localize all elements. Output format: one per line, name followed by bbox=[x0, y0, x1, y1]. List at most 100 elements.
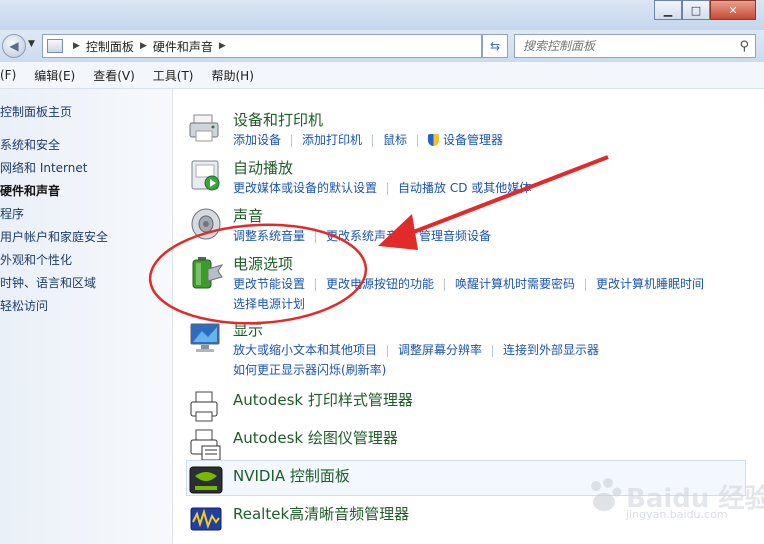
menu-view[interactable]: 查看(V) bbox=[93, 67, 135, 84]
link-refresh-rate[interactable]: 如何更正显示器闪烁(刷新率) bbox=[233, 361, 386, 378]
menu-bar: (F) 编辑(E) 查看(V) 工具(T) 帮助(H) bbox=[0, 62, 764, 89]
link-adjust-volume[interactable]: 调整系统音量 bbox=[233, 227, 305, 244]
sidebar-item-user-accounts[interactable]: 用户帐户和家庭安全 bbox=[0, 228, 108, 245]
sidebar-item-ease-of-access[interactable]: 轻松访问 bbox=[0, 297, 48, 314]
category-display: 显示 放大或缩小文本和其他项目 调整屏幕分辨率 连接到外部显示器 如何更正显示器闪烁… bbox=[186, 319, 746, 377]
link-separator bbox=[291, 134, 293, 147]
speaker-icon bbox=[191, 208, 221, 240]
minimize-icon[interactable]: ▁ bbox=[654, 0, 682, 20]
back-button[interactable]: ◀ bbox=[2, 34, 26, 58]
search-box[interactable]: ⚲ bbox=[514, 34, 756, 58]
menu-edit[interactable]: 编辑(E) bbox=[34, 67, 75, 84]
watermark-url: jingyan.baidu.com bbox=[626, 508, 728, 521]
category-autodesk-plotter: Autodesk 绘图仪管理器 bbox=[186, 426, 746, 462]
category-links: 更改媒体或设备的默认设置 自动播放 CD 或其他媒体 bbox=[233, 179, 531, 196]
printer-icon bbox=[189, 114, 219, 142]
battery-icon bbox=[192, 257, 224, 289]
category-links: 更改节能设置 更改电源按钮的功能 唤醒计算机时需要密码 更改计算机睡眠时间 选择电源计… bbox=[233, 275, 704, 312]
paw-logo-icon bbox=[591, 478, 622, 511]
link-sleep-time[interactable]: 更改计算机睡眠时间 bbox=[596, 275, 704, 292]
category-title[interactable]: Realtek高清晰音频管理器 bbox=[233, 503, 409, 524]
breadcrumb-hardware-sound[interactable]: 硬件和声音 bbox=[153, 38, 213, 55]
close-icon[interactable]: ✕ bbox=[710, 0, 756, 20]
link-change-default-media[interactable]: 更改媒体或设备的默认设置 bbox=[233, 179, 377, 196]
link-manage-audio[interactable]: 管理音频设备 bbox=[419, 227, 491, 244]
category-title[interactable]: 设备和打印机 bbox=[233, 109, 323, 130]
category-devices-printers: 设备和打印机 添加设备 添加打印机 鼠标 设备管理器 bbox=[186, 109, 746, 149]
autoplay-icon bbox=[191, 160, 220, 191]
link-separator bbox=[315, 278, 317, 291]
link-separator bbox=[387, 182, 389, 195]
category-links: 调整系统音量 更改系统声音 管理音频设备 bbox=[233, 227, 491, 244]
autodesk-printer-icon bbox=[190, 391, 218, 422]
sidebar-item-hardware-sound[interactable]: 硬件和声音 bbox=[0, 182, 60, 199]
category-sound: 声音 调整系统音量 更改系统声音 管理音频设备 bbox=[186, 205, 746, 245]
refresh-icon: ⇆ bbox=[489, 39, 501, 53]
menu-tools[interactable]: 工具(T) bbox=[153, 67, 194, 84]
breadcrumb-arrow-icon[interactable]: ▶ bbox=[73, 41, 80, 51]
link-separator bbox=[408, 230, 410, 243]
plotter-icon bbox=[190, 429, 221, 461]
breadcrumb-arrow-icon[interactable]: ▶ bbox=[219, 41, 226, 51]
search-icon[interactable]: ⚲ bbox=[739, 39, 749, 54]
category-title[interactable]: Autodesk 绘图仪管理器 bbox=[233, 427, 398, 448]
category-title[interactable]: Autodesk 打印样式管理器 bbox=[233, 389, 413, 410]
sidebar-item-network[interactable]: 网络和 Internet bbox=[0, 159, 87, 176]
link-add-printer[interactable]: 添加打印机 bbox=[302, 131, 362, 148]
category-title[interactable]: NVIDIA 控制面板 bbox=[233, 465, 350, 486]
nvidia-icon bbox=[189, 466, 223, 494]
link-screen-resolution[interactable]: 调整屏幕分辨率 bbox=[398, 341, 482, 358]
sidebar: 控制面板主页 系统和安全 网络和 Internet 硬件和声音 程序 用户帐户和… bbox=[0, 89, 173, 544]
link-separator bbox=[315, 230, 317, 243]
recent-pages-dropdown-icon[interactable]: ▼ bbox=[28, 39, 35, 49]
link-power-button-function[interactable]: 更改电源按钮的功能 bbox=[326, 275, 434, 292]
category-title[interactable]: 自动播放 bbox=[233, 157, 293, 178]
category-title[interactable]: 声音 bbox=[233, 205, 263, 226]
baidu-watermark: Baidu 经验 jingyan.baidu.com bbox=[586, 474, 764, 538]
maximize-icon[interactable]: □ bbox=[682, 0, 710, 20]
sidebar-item-home[interactable]: 控制面板主页 bbox=[0, 103, 72, 120]
sidebar-item-programs[interactable]: 程序 bbox=[0, 205, 24, 222]
refresh-button[interactable]: ⇆ bbox=[482, 34, 508, 58]
uac-shield-icon bbox=[428, 134, 440, 146]
link-separator bbox=[387, 344, 389, 357]
sidebar-item-appearance[interactable]: 外观和个性化 bbox=[0, 251, 72, 268]
window-controls: ▁ □ ✕ bbox=[654, 0, 756, 20]
link-autoplay-cd[interactable]: 自动播放 CD 或其他媒体 bbox=[398, 179, 531, 196]
control-panel-icon bbox=[47, 39, 63, 53]
menu-file[interactable]: (F) bbox=[0, 68, 16, 82]
breadcrumb-control-panel[interactable]: 控制面板 bbox=[86, 38, 134, 55]
link-separator bbox=[585, 278, 587, 291]
category-links: 放大或缩小文本和其他项目 调整屏幕分辨率 连接到外部显示器 如何更正显示器闪烁(刷新… bbox=[233, 341, 599, 378]
category-power-options: 电源选项 更改节能设置 更改电源按钮的功能 唤醒计算机时需要密码 更改计算机睡眠时间 … bbox=[186, 253, 746, 311]
category-title[interactable]: 电源选项 bbox=[233, 253, 293, 274]
link-device-manager[interactable]: 设备管理器 bbox=[443, 131, 503, 148]
link-external-display[interactable]: 连接到外部显示器 bbox=[503, 341, 599, 358]
breadcrumb-arrow-icon[interactable]: ▶ bbox=[140, 41, 147, 51]
link-separator bbox=[372, 134, 374, 147]
search-input[interactable] bbox=[515, 38, 725, 54]
category-autodesk-print-styles: Autodesk 打印样式管理器 bbox=[186, 388, 746, 424]
link-separator bbox=[417, 134, 419, 147]
link-add-device[interactable]: 添加设备 bbox=[233, 131, 281, 148]
sidebar-item-clock-language[interactable]: 时钟、语言和区域 bbox=[0, 274, 96, 291]
address-bar[interactable]: ▶ 控制面板 ▶ 硬件和声音 ▶ bbox=[42, 34, 482, 58]
navigation-bar: ◀ ▼ ▶ 控制面板 ▶ 硬件和声音 ▶ ⇆ ⚲ bbox=[0, 30, 764, 62]
realtek-icon bbox=[190, 507, 222, 531]
category-links: 添加设备 添加打印机 鼠标 设备管理器 bbox=[233, 131, 503, 148]
display-icon bbox=[190, 323, 220, 352]
category-autoplay: 自动播放 更改媒体或设备的默认设置 自动播放 CD 或其他媒体 bbox=[186, 157, 746, 197]
link-change-power-saving[interactable]: 更改节能设置 bbox=[233, 275, 305, 292]
link-separator bbox=[444, 278, 446, 291]
back-arrow-icon: ◀ bbox=[9, 39, 19, 53]
link-separator bbox=[492, 344, 494, 357]
link-mouse[interactable]: 鼠标 bbox=[383, 131, 407, 148]
sidebar-item-system-security[interactable]: 系统和安全 bbox=[0, 136, 60, 153]
link-wake-password[interactable]: 唤醒计算机时需要密码 bbox=[455, 275, 575, 292]
link-choose-power-plan[interactable]: 选择电源计划 bbox=[233, 295, 305, 312]
link-zoom-text[interactable]: 放大或缩小文本和其他项目 bbox=[233, 341, 377, 358]
menu-help[interactable]: 帮助(H) bbox=[212, 67, 254, 84]
category-title[interactable]: 显示 bbox=[233, 319, 263, 340]
title-bar: ▁ □ ✕ bbox=[0, 0, 764, 30]
link-change-sounds[interactable]: 更改系统声音 bbox=[326, 227, 398, 244]
